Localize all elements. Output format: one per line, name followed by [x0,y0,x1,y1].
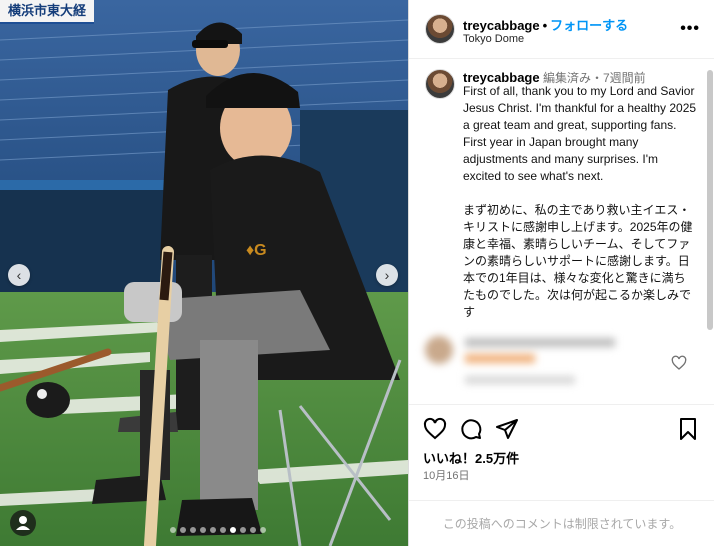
blurred-avatar [425,336,453,364]
likes-count[interactable]: いいね！2.5万件 [423,448,519,467]
instagram-post-modal: ♦G 横浜市東大経 ‹ › treycabbage • フォローする Tokyo… [0,0,714,546]
svg-text:♦G: ♦G [246,242,267,259]
carousel-dot [200,527,206,533]
carousel-dot [180,527,186,533]
carousel-dot [190,527,196,533]
header-user-line: treycabbage • フォローする [463,15,628,34]
blurred-text-line [465,338,615,347]
carousel-prev-button[interactable]: ‹ [8,264,30,286]
user-icon [16,516,30,530]
tagged-users-button[interactable] [10,510,36,536]
like-heart-icon[interactable] [423,417,447,441]
caption-avatar[interactable] [425,69,455,99]
carousel-dot [210,527,216,533]
carousel-next-button[interactable]: › [376,264,398,286]
carousel-dot [230,527,236,533]
bookmark-icon[interactable] [677,417,699,441]
stadium-banner: 横浜市東大経 [0,0,95,24]
blurred-text-line [465,354,535,363]
more-options-icon[interactable]: ••• [680,20,700,38]
location-link[interactable]: Tokyo Dome [463,33,524,45]
caption-paragraph-en: First of all, thank you to my Lord and S… [463,84,697,183]
post-date[interactable]: 10月16日 [423,467,469,483]
action-bar: いいね！2.5万件 10月16日 [409,404,714,505]
carousel-dot [170,527,176,533]
carousel-dots [170,527,266,533]
blurred-comment [425,330,695,400]
comment-like-heart-icon[interactable] [671,355,687,371]
caption-text: First of all, thank you to my Lord and S… [463,83,697,338]
carousel-dot [250,527,256,533]
blurred-text-line [465,376,575,384]
follow-button[interactable]: フォローする [550,18,628,33]
post-side-panel: treycabbage • フォローする Tokyo Dome ••• treyca… [408,0,714,546]
caption-paragraph-ja: まず初めに、私の主であり救い主イエス・キリストに感謝申し上げます。2025年の健… [463,203,693,319]
caption-scrollbar[interactable] [707,70,713,330]
post-photo[interactable]: ♦G 横浜市東大経 ‹ › [0,0,408,546]
carousel-dot [240,527,246,533]
carousel-dot [260,527,266,533]
photo-illustration: ♦G [0,0,408,546]
comments-restricted-notice: この投稿へのコメントは制限されています。 [409,500,714,547]
header-username[interactable]: treycabbage [463,18,540,33]
avatar[interactable] [425,14,455,44]
post-header: treycabbage • フォローする Tokyo Dome ••• [409,0,714,59]
carousel-dot [220,527,226,533]
header-separator: • [542,18,548,33]
share-icon[interactable] [495,417,519,441]
comment-icon[interactable] [459,417,483,441]
